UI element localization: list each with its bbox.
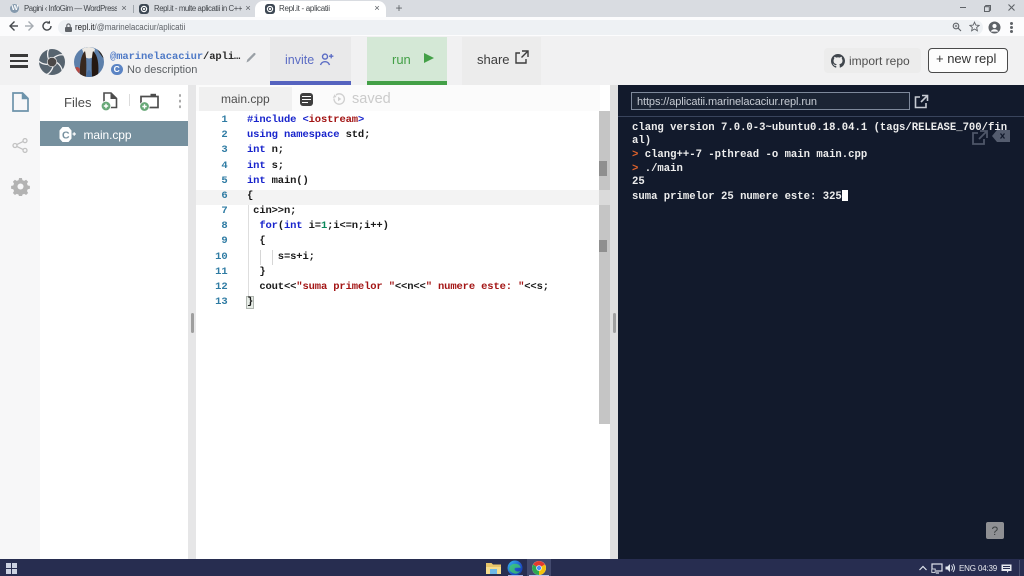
svg-text:C: C xyxy=(62,129,70,141)
